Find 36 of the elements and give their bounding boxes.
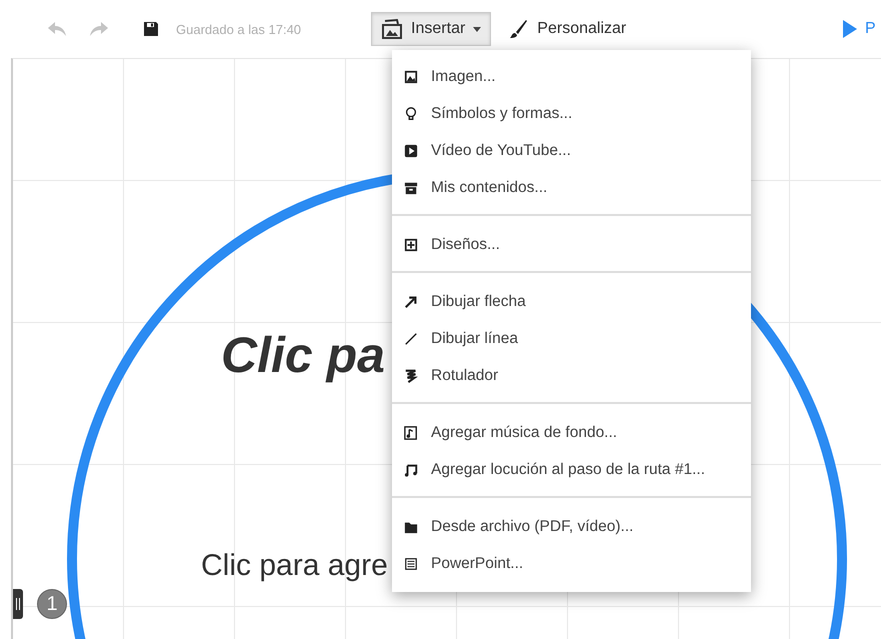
menu-item[interactable]: Desde archivo (PDF, vídeo)... — [392, 508, 751, 545]
insert-button[interactable]: Insertar — [371, 12, 492, 46]
menu-item[interactable]: Rotulador — [392, 357, 751, 394]
lightbulb-icon — [404, 106, 418, 120]
line-icon — [404, 332, 418, 346]
picture-icon — [381, 19, 404, 39]
caret-icon — [473, 26, 482, 32]
music-note-icon — [404, 462, 418, 476]
menu-item[interactable]: Símbolos y formas... — [392, 95, 751, 132]
image-icon — [404, 70, 418, 84]
music-file-icon — [404, 426, 418, 440]
menu-item[interactable]: Agregar locución al paso de la ruta #1... — [392, 451, 751, 488]
slides-icon — [404, 556, 418, 570]
folder-icon — [404, 520, 418, 534]
saved-status: Guardado a las 17:40 — [176, 22, 302, 36]
step-number[interactable]: 1 — [37, 589, 67, 619]
plus-square-icon — [404, 238, 418, 252]
menu-item[interactable]: Imagen... — [392, 58, 751, 95]
play-icon — [843, 20, 857, 38]
menu-item[interactable]: PowerPoint... — [392, 545, 751, 582]
slide-title[interactable]: Clic pa — [221, 326, 385, 384]
arrow-icon — [404, 294, 418, 308]
customize-button[interactable]: Personalizar — [503, 15, 632, 43]
archive-icon — [404, 180, 418, 194]
save-icon[interactable] — [143, 21, 159, 37]
drag-handle[interactable] — [13, 589, 23, 619]
menu-item[interactable]: Vídeo de YouTube... — [392, 132, 751, 169]
menu-item[interactable]: Agregar música de fondo... — [392, 414, 751, 451]
menu-item[interactable]: Dibujar línea — [392, 320, 751, 357]
marker-icon — [404, 368, 418, 382]
slide-subtitle[interactable]: Clic para agre — [201, 549, 388, 583]
play-icon — [404, 144, 418, 158]
menu-item[interactable]: Dibujar flecha — [392, 283, 751, 320]
brush-icon — [509, 19, 528, 39]
menu-item[interactable]: Diseños... — [392, 226, 751, 263]
menu-item[interactable]: Mis contenidos... — [392, 169, 751, 206]
